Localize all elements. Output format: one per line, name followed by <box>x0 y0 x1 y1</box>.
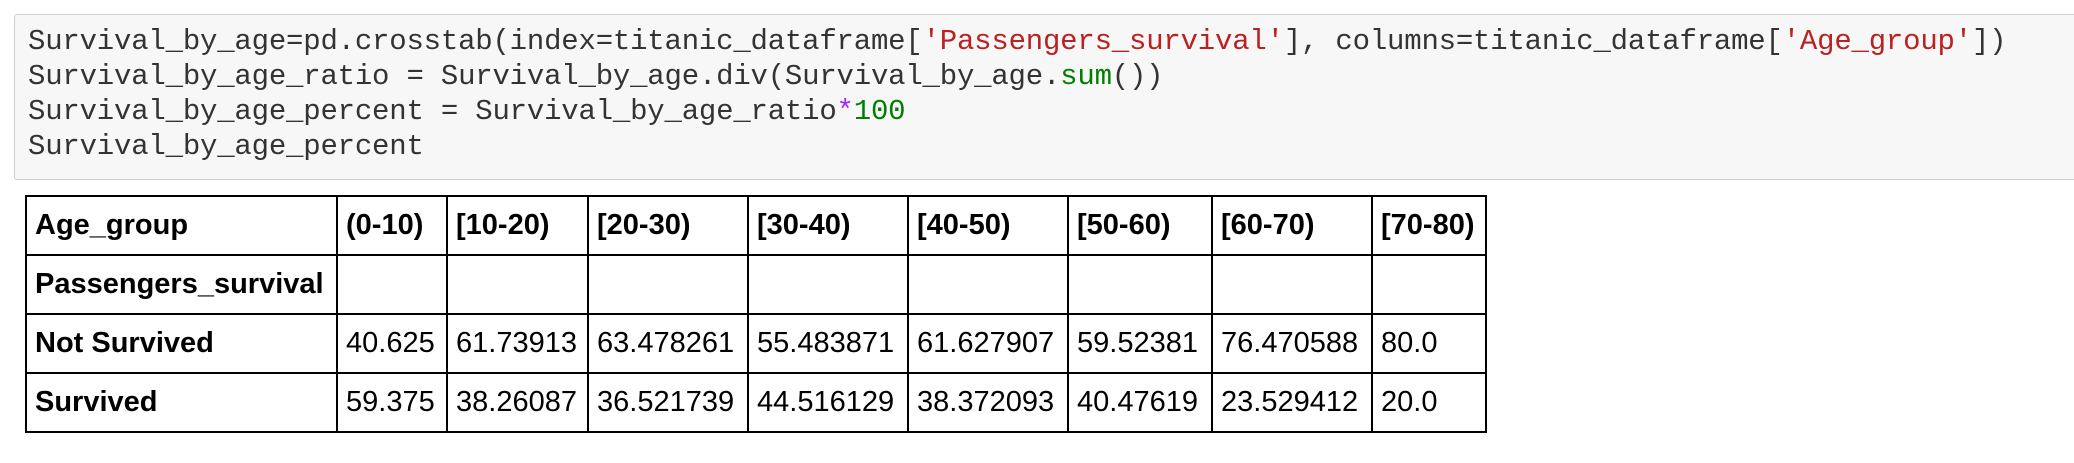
code-line-2: Survival_by_age_ratio = Survival_by_age.… <box>28 59 2074 94</box>
table-row: Not Survived 40.625 61.73913 63.478261 5… <box>25 313 1487 374</box>
row-label: Not Survived <box>25 313 338 374</box>
code-text: ()) <box>1111 60 1164 93</box>
table-cell: 59.52381 <box>1067 313 1213 374</box>
empty-cell <box>336 254 448 315</box>
column-header: [60-70) <box>1211 195 1373 256</box>
table-cell: 38.372093 <box>907 372 1069 433</box>
table-cell: 36.521739 <box>587 372 749 433</box>
string-literal: 'Age_group' <box>1782 25 1972 58</box>
code-text: ]) <box>1971 25 2007 58</box>
column-header: [10-20) <box>446 195 589 256</box>
empty-cell <box>1371 254 1487 315</box>
string-literal: 'Passengers_survival' <box>922 25 1284 58</box>
column-header: [40-50) <box>907 195 1069 256</box>
code-line-4: Survival_by_age_percent <box>28 129 2074 164</box>
code-text: ], columns=titanic_dataframe[ <box>1283 25 1783 58</box>
table-cell: 44.516129 <box>747 372 909 433</box>
table-header-row: Age_group (0-10) [10-20) [20-30) [30-40)… <box>25 195 1487 256</box>
code-line-1: Survival_by_age=pd.crosstab(index=titani… <box>28 24 2074 59</box>
index-name-row: Passengers_survival <box>25 254 1487 315</box>
table-cell: 61.627907 <box>907 313 1069 374</box>
table-cell: 61.73913 <box>446 313 589 374</box>
table-row: Survived 59.375 38.26087 36.521739 44.51… <box>25 372 1487 433</box>
table-cell: 63.478261 <box>587 313 749 374</box>
builtin-function: sum <box>1060 60 1112 93</box>
empty-cell <box>747 254 909 315</box>
table-cell: 80.0 <box>1371 313 1487 374</box>
table-cell: 76.470588 <box>1211 313 1373 374</box>
index-name-header: Passengers_survival <box>25 254 338 315</box>
code-text: Survival_by_age_ratio = Survival_by_age.… <box>28 60 1061 93</box>
operator: * <box>836 95 854 128</box>
empty-cell <box>907 254 1069 315</box>
empty-cell <box>1211 254 1373 315</box>
table-cell: 40.625 <box>336 313 448 374</box>
empty-cell <box>1067 254 1213 315</box>
column-header: (0-10) <box>336 195 448 256</box>
table-cell: 55.483871 <box>747 313 909 374</box>
table-cell: 38.26087 <box>446 372 589 433</box>
code-line-3: Survival_by_age_percent = Survival_by_ag… <box>28 94 2074 129</box>
row-label: Survived <box>25 372 338 433</box>
column-header: [30-40) <box>747 195 909 256</box>
number-literal: 100 <box>853 95 906 128</box>
columns-name-header: Age_group <box>25 195 338 256</box>
code-text: Survival_by_age_percent = Survival_by_ag… <box>28 95 837 128</box>
empty-cell <box>587 254 749 315</box>
code-cell-input[interactable]: Survival_by_age=pd.crosstab(index=titani… <box>14 14 2074 180</box>
table-cell: 23.529412 <box>1211 372 1373 433</box>
table-cell: 40.47619 <box>1067 372 1213 433</box>
table-cell: 59.375 <box>336 372 448 433</box>
code-text: Survival_by_age_percent <box>28 130 424 163</box>
column-header: [50-60) <box>1067 195 1213 256</box>
column-header: [70-80) <box>1371 195 1487 256</box>
code-text: Survival_by_age=pd.crosstab(index=titani… <box>28 25 923 58</box>
table-cell: 20.0 <box>1371 372 1487 433</box>
dataframe-output-table: Age_group (0-10) [10-20) [20-30) [30-40)… <box>25 195 1487 433</box>
column-header: [20-30) <box>587 195 749 256</box>
empty-cell <box>446 254 589 315</box>
